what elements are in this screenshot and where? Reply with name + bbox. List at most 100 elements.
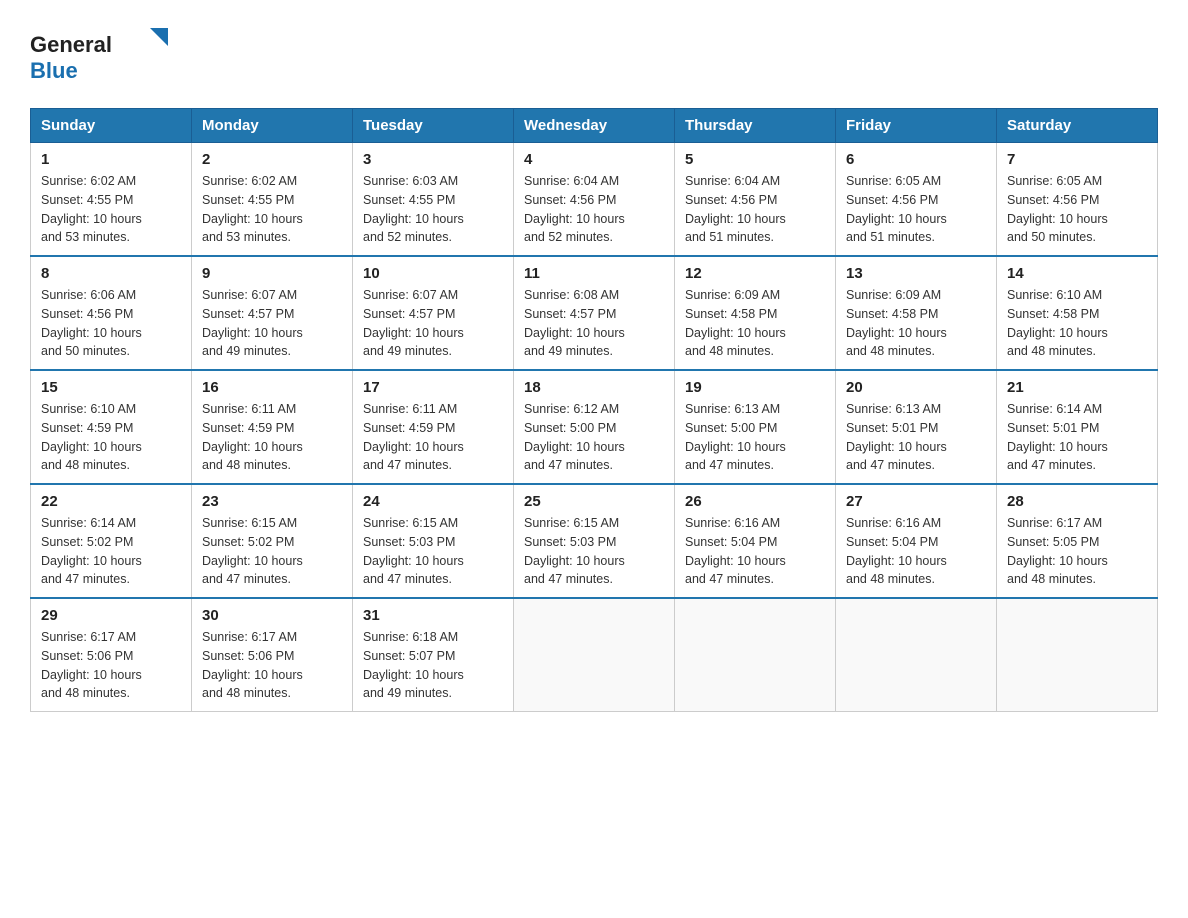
day-number: 28	[1007, 493, 1147, 510]
logo: General Blue	[30, 20, 180, 90]
day-number: 9	[202, 265, 342, 282]
calendar-cell	[836, 598, 997, 712]
day-info: Sunrise: 6:16 AM Sunset: 5:04 PM Dayligh…	[846, 514, 986, 589]
day-info: Sunrise: 6:02 AM Sunset: 4:55 PM Dayligh…	[202, 172, 342, 247]
day-info: Sunrise: 6:15 AM Sunset: 5:03 PM Dayligh…	[524, 514, 664, 589]
day-number: 5	[685, 151, 825, 168]
page-header: General Blue	[30, 20, 1158, 90]
calendar-cell: 8 Sunrise: 6:06 AM Sunset: 4:56 PM Dayli…	[31, 256, 192, 370]
calendar-cell: 28 Sunrise: 6:17 AM Sunset: 5:05 PM Dayl…	[997, 484, 1158, 598]
day-number: 7	[1007, 151, 1147, 168]
day-info: Sunrise: 6:03 AM Sunset: 4:55 PM Dayligh…	[363, 172, 503, 247]
day-number: 2	[202, 151, 342, 168]
day-info: Sunrise: 6:09 AM Sunset: 4:58 PM Dayligh…	[685, 286, 825, 361]
day-info: Sunrise: 6:02 AM Sunset: 4:55 PM Dayligh…	[41, 172, 181, 247]
calendar-cell: 11 Sunrise: 6:08 AM Sunset: 4:57 PM Dayl…	[514, 256, 675, 370]
calendar-cell: 31 Sunrise: 6:18 AM Sunset: 5:07 PM Dayl…	[353, 598, 514, 712]
calendar-cell: 16 Sunrise: 6:11 AM Sunset: 4:59 PM Dayl…	[192, 370, 353, 484]
day-info: Sunrise: 6:18 AM Sunset: 5:07 PM Dayligh…	[363, 628, 503, 703]
calendar-cell: 19 Sunrise: 6:13 AM Sunset: 5:00 PM Dayl…	[675, 370, 836, 484]
calendar-cell: 26 Sunrise: 6:16 AM Sunset: 5:04 PM Dayl…	[675, 484, 836, 598]
day-number: 18	[524, 379, 664, 396]
calendar-cell: 18 Sunrise: 6:12 AM Sunset: 5:00 PM Dayl…	[514, 370, 675, 484]
day-number: 10	[363, 265, 503, 282]
day-info: Sunrise: 6:04 AM Sunset: 4:56 PM Dayligh…	[524, 172, 664, 247]
day-info: Sunrise: 6:13 AM Sunset: 5:01 PM Dayligh…	[846, 400, 986, 475]
day-info: Sunrise: 6:08 AM Sunset: 4:57 PM Dayligh…	[524, 286, 664, 361]
day-info: Sunrise: 6:15 AM Sunset: 5:03 PM Dayligh…	[363, 514, 503, 589]
day-info: Sunrise: 6:11 AM Sunset: 4:59 PM Dayligh…	[363, 400, 503, 475]
day-number: 21	[1007, 379, 1147, 396]
day-number: 24	[363, 493, 503, 510]
col-header-wednesday: Wednesday	[514, 109, 675, 143]
calendar-cell: 17 Sunrise: 6:11 AM Sunset: 4:59 PM Dayl…	[353, 370, 514, 484]
day-info: Sunrise: 6:10 AM Sunset: 4:58 PM Dayligh…	[1007, 286, 1147, 361]
day-number: 17	[363, 379, 503, 396]
col-header-tuesday: Tuesday	[353, 109, 514, 143]
day-info: Sunrise: 6:06 AM Sunset: 4:56 PM Dayligh…	[41, 286, 181, 361]
calendar-cell: 13 Sunrise: 6:09 AM Sunset: 4:58 PM Dayl…	[836, 256, 997, 370]
col-header-monday: Monday	[192, 109, 353, 143]
day-info: Sunrise: 6:07 AM Sunset: 4:57 PM Dayligh…	[363, 286, 503, 361]
day-info: Sunrise: 6:13 AM Sunset: 5:00 PM Dayligh…	[685, 400, 825, 475]
day-number: 23	[202, 493, 342, 510]
day-number: 30	[202, 607, 342, 624]
day-number: 25	[524, 493, 664, 510]
calendar-cell: 30 Sunrise: 6:17 AM Sunset: 5:06 PM Dayl…	[192, 598, 353, 712]
day-number: 31	[363, 607, 503, 624]
day-info: Sunrise: 6:10 AM Sunset: 4:59 PM Dayligh…	[41, 400, 181, 475]
svg-text:Blue: Blue	[30, 58, 78, 83]
day-info: Sunrise: 6:17 AM Sunset: 5:06 PM Dayligh…	[41, 628, 181, 703]
logo-content: General Blue	[30, 20, 180, 90]
calendar-cell: 24 Sunrise: 6:15 AM Sunset: 5:03 PM Dayl…	[353, 484, 514, 598]
day-number: 11	[524, 265, 664, 282]
day-number: 29	[41, 607, 181, 624]
day-number: 22	[41, 493, 181, 510]
day-number: 8	[41, 265, 181, 282]
day-number: 13	[846, 265, 986, 282]
day-info: Sunrise: 6:14 AM Sunset: 5:02 PM Dayligh…	[41, 514, 181, 589]
day-number: 27	[846, 493, 986, 510]
day-info: Sunrise: 6:14 AM Sunset: 5:01 PM Dayligh…	[1007, 400, 1147, 475]
day-number: 6	[846, 151, 986, 168]
day-number: 14	[1007, 265, 1147, 282]
day-info: Sunrise: 6:05 AM Sunset: 4:56 PM Dayligh…	[846, 172, 986, 247]
day-number: 20	[846, 379, 986, 396]
day-info: Sunrise: 6:15 AM Sunset: 5:02 PM Dayligh…	[202, 514, 342, 589]
calendar-cell: 2 Sunrise: 6:02 AM Sunset: 4:55 PM Dayli…	[192, 143, 353, 257]
day-number: 4	[524, 151, 664, 168]
calendar-week-row: 15 Sunrise: 6:10 AM Sunset: 4:59 PM Dayl…	[31, 370, 1158, 484]
day-info: Sunrise: 6:17 AM Sunset: 5:06 PM Dayligh…	[202, 628, 342, 703]
col-header-sunday: Sunday	[31, 109, 192, 143]
day-number: 19	[685, 379, 825, 396]
calendar-cell: 20 Sunrise: 6:13 AM Sunset: 5:01 PM Dayl…	[836, 370, 997, 484]
day-number: 16	[202, 379, 342, 396]
day-info: Sunrise: 6:07 AM Sunset: 4:57 PM Dayligh…	[202, 286, 342, 361]
day-info: Sunrise: 6:11 AM Sunset: 4:59 PM Dayligh…	[202, 400, 342, 475]
calendar-cell: 6 Sunrise: 6:05 AM Sunset: 4:56 PM Dayli…	[836, 143, 997, 257]
calendar-table: SundayMondayTuesdayWednesdayThursdayFrid…	[30, 108, 1158, 712]
calendar-week-row: 22 Sunrise: 6:14 AM Sunset: 5:02 PM Dayl…	[31, 484, 1158, 598]
calendar-cell: 1 Sunrise: 6:02 AM Sunset: 4:55 PM Dayli…	[31, 143, 192, 257]
calendar-week-row: 8 Sunrise: 6:06 AM Sunset: 4:56 PM Dayli…	[31, 256, 1158, 370]
calendar-cell: 14 Sunrise: 6:10 AM Sunset: 4:58 PM Dayl…	[997, 256, 1158, 370]
calendar-cell: 22 Sunrise: 6:14 AM Sunset: 5:02 PM Dayl…	[31, 484, 192, 598]
calendar-cell: 27 Sunrise: 6:16 AM Sunset: 5:04 PM Dayl…	[836, 484, 997, 598]
calendar-header-row: SundayMondayTuesdayWednesdayThursdayFrid…	[31, 109, 1158, 143]
col-header-saturday: Saturday	[997, 109, 1158, 143]
day-info: Sunrise: 6:16 AM Sunset: 5:04 PM Dayligh…	[685, 514, 825, 589]
calendar-cell: 29 Sunrise: 6:17 AM Sunset: 5:06 PM Dayl…	[31, 598, 192, 712]
calendar-cell: 25 Sunrise: 6:15 AM Sunset: 5:03 PM Dayl…	[514, 484, 675, 598]
calendar-week-row: 1 Sunrise: 6:02 AM Sunset: 4:55 PM Dayli…	[31, 143, 1158, 257]
calendar-cell: 12 Sunrise: 6:09 AM Sunset: 4:58 PM Dayl…	[675, 256, 836, 370]
calendar-cell: 4 Sunrise: 6:04 AM Sunset: 4:56 PM Dayli…	[514, 143, 675, 257]
calendar-cell: 15 Sunrise: 6:10 AM Sunset: 4:59 PM Dayl…	[31, 370, 192, 484]
svg-text:General: General	[30, 32, 112, 57]
calendar-cell: 10 Sunrise: 6:07 AM Sunset: 4:57 PM Dayl…	[353, 256, 514, 370]
calendar-cell	[514, 598, 675, 712]
day-info: Sunrise: 6:09 AM Sunset: 4:58 PM Dayligh…	[846, 286, 986, 361]
calendar-cell	[997, 598, 1158, 712]
calendar-week-row: 29 Sunrise: 6:17 AM Sunset: 5:06 PM Dayl…	[31, 598, 1158, 712]
calendar-cell	[675, 598, 836, 712]
day-info: Sunrise: 6:12 AM Sunset: 5:00 PM Dayligh…	[524, 400, 664, 475]
